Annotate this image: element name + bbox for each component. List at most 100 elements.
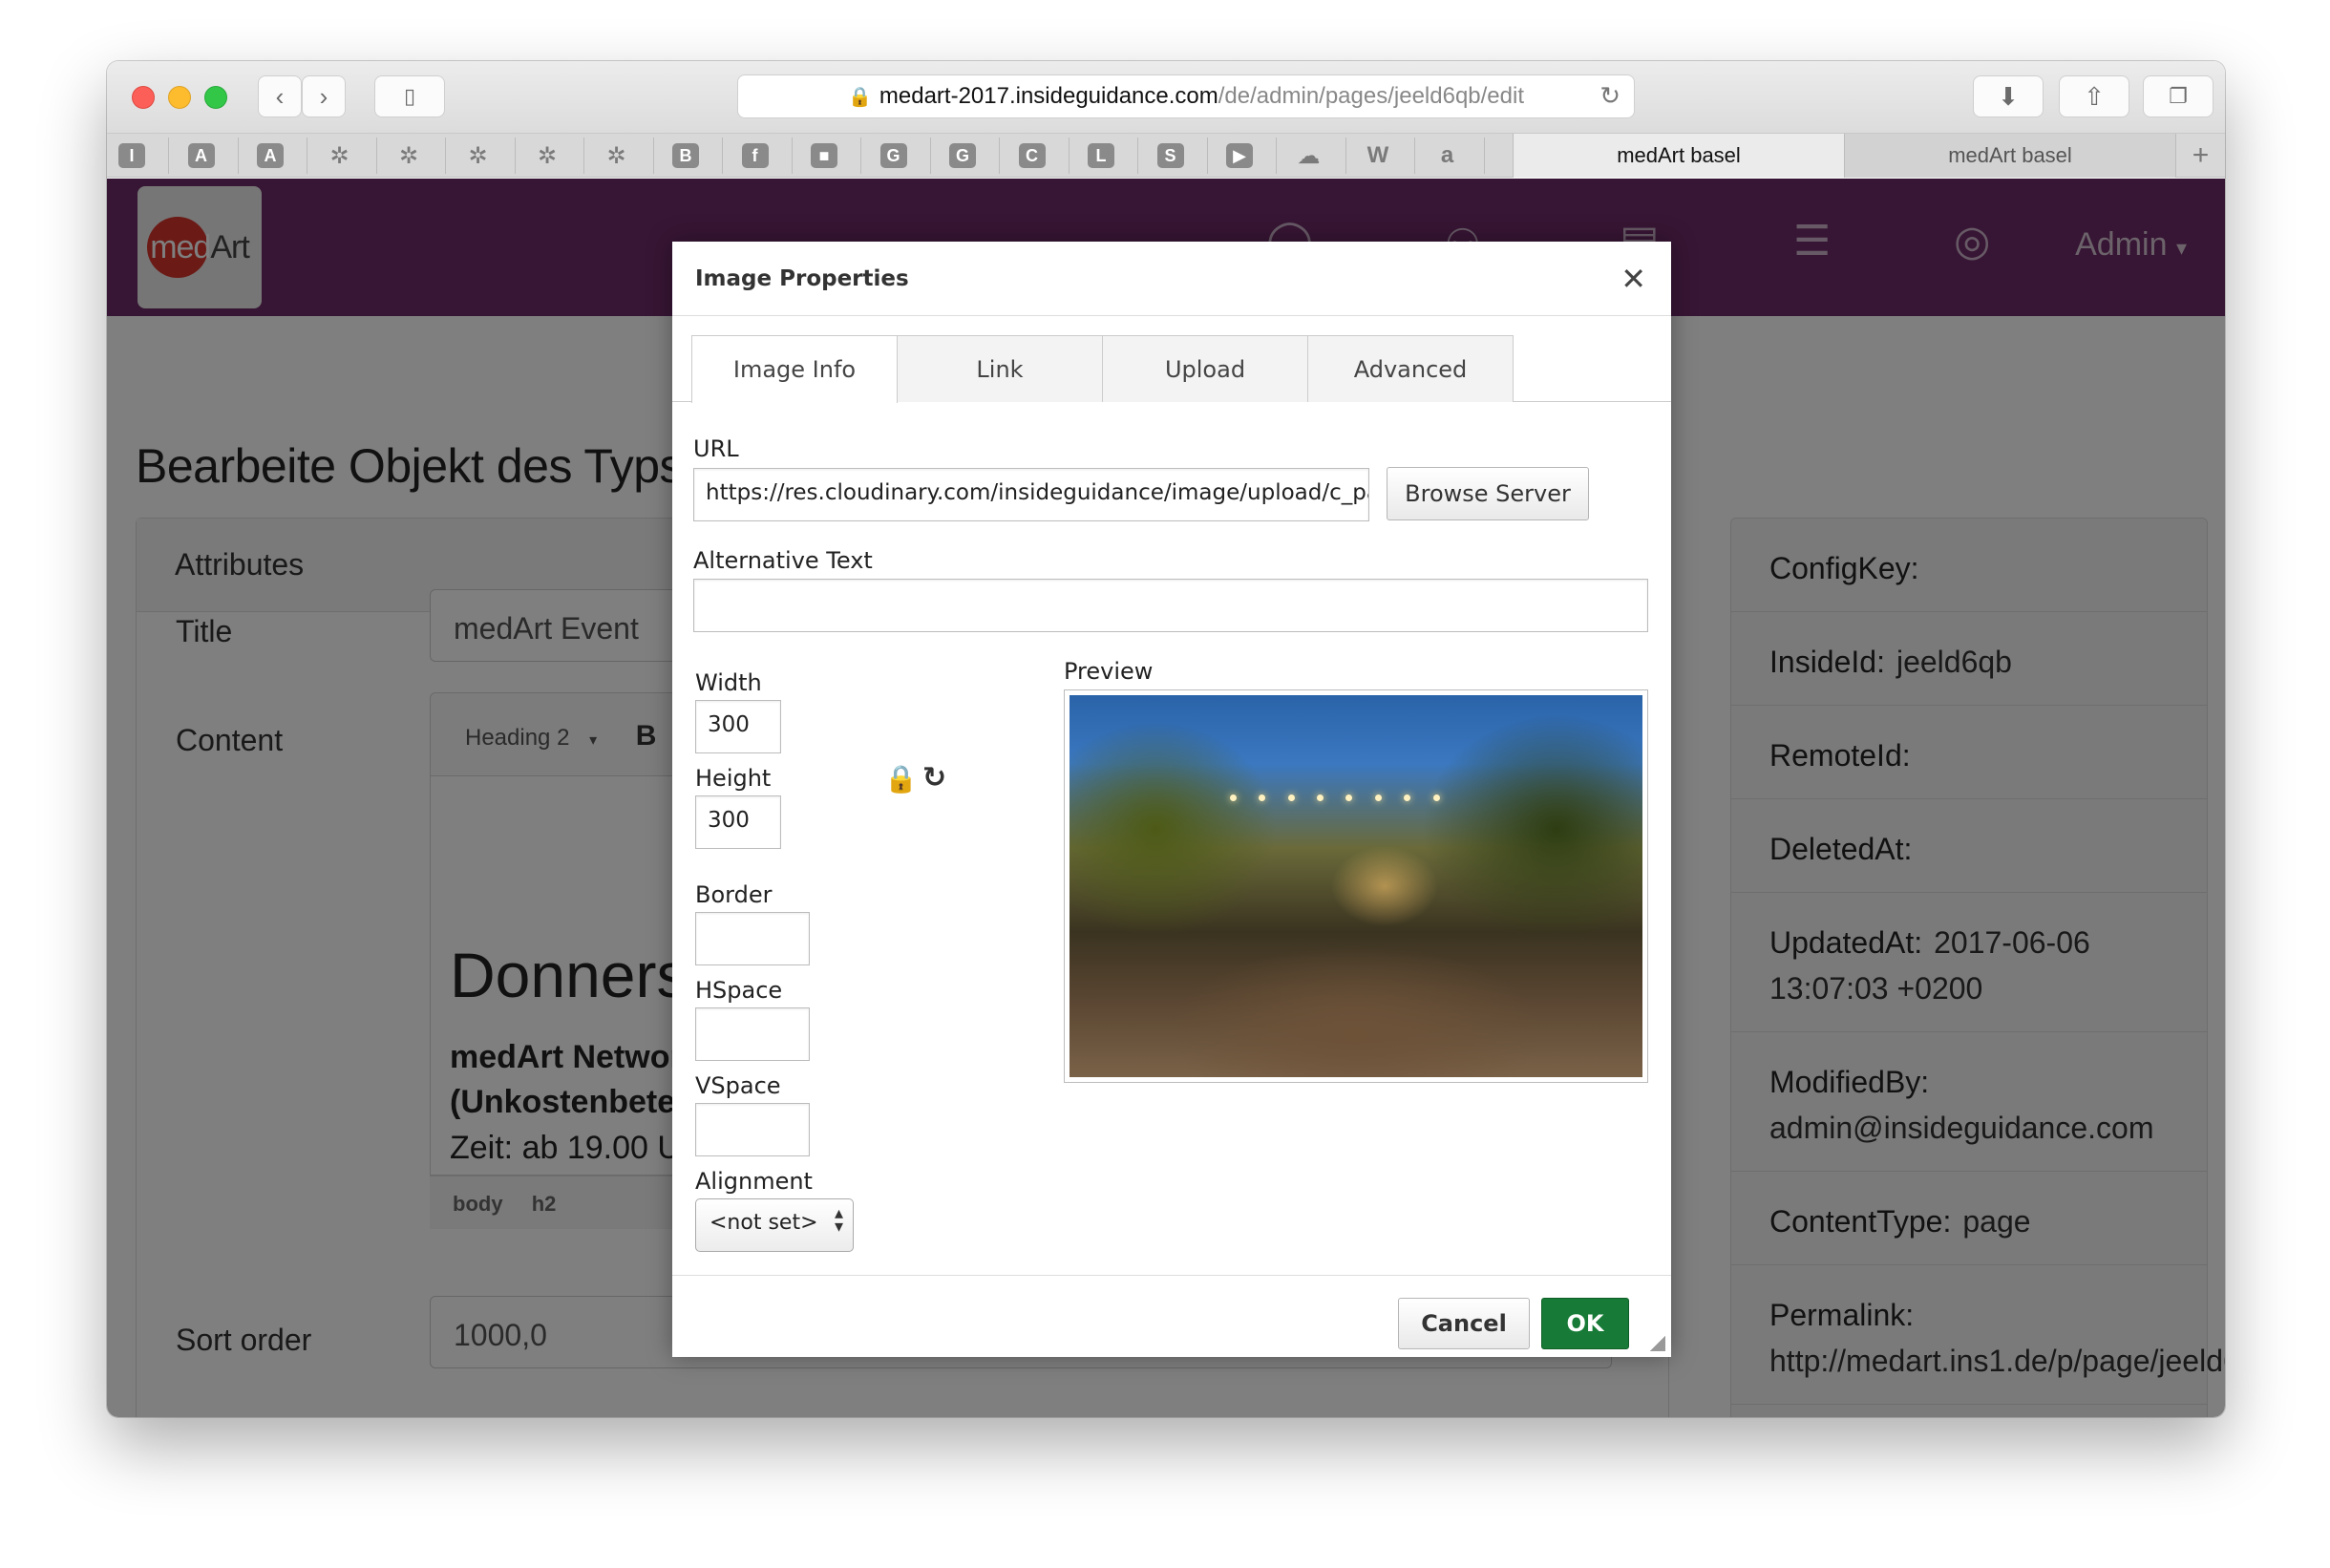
alignment-select[interactable]: <not set> ▴ ▾ xyxy=(695,1198,854,1252)
bookmark-icon[interactable]: ✲ xyxy=(327,143,353,169)
select-arrows-icon: ▴ ▾ xyxy=(834,1203,843,1237)
browser-tab[interactable]: medArt basel xyxy=(1844,134,2175,178)
bookmark-icon[interactable]: ✲ xyxy=(604,143,630,169)
tab-advanced[interactable]: Advanced xyxy=(1307,335,1514,402)
zoom-window-button[interactable] xyxy=(204,86,227,109)
bookmark-separator xyxy=(1345,138,1346,174)
title-bar: ‹ › ▯ 🔒 medart-2017.insideguidance.com/d… xyxy=(107,61,2225,134)
bookmark-icon[interactable]: ✲ xyxy=(534,143,561,169)
share-button[interactable]: ⇧ xyxy=(2059,75,2129,117)
bookmark-icon[interactable]: ▶ xyxy=(1226,143,1253,168)
image-properties-dialog: Image Properties ✕ Image Info Link Uploa… xyxy=(672,242,1671,1357)
bookmark-icon[interactable]: G xyxy=(879,143,907,168)
url-input[interactable]: https://res.cloudinary.com/insideguidanc… xyxy=(693,468,1369,521)
bookmark-icon[interactable]: C xyxy=(1018,143,1046,168)
alternative-text-label: Alternative Text xyxy=(693,547,873,574)
height-label: Height xyxy=(695,765,772,792)
bookmark-separator xyxy=(168,138,169,174)
alignment-label: Alignment xyxy=(695,1168,813,1195)
bookmark-separator xyxy=(583,138,584,174)
bookmark-separator xyxy=(652,138,654,174)
bookmark-separator xyxy=(1068,138,1070,174)
address-bar[interactable]: 🔒 medart-2017.insideguidance.com/de/admi… xyxy=(737,74,1635,118)
hspace-input[interactable] xyxy=(695,1007,810,1061)
bookmarks-bar: I A A ✲ ✲ ✲ ✲ ✲ Bf ■ G G C L S ▶ ☁ Wa medArt basel medArt b… xyxy=(107,134,2225,178)
minimize-window-button[interactable] xyxy=(168,86,191,109)
back-button[interactable]: ‹ xyxy=(258,75,302,117)
bookmark-separator xyxy=(514,138,516,174)
bookmark-icon[interactable]: ■ xyxy=(811,143,837,168)
bookmark-separator xyxy=(860,138,861,174)
bookmark-separator xyxy=(1137,138,1138,174)
bookmark-icon[interactable]: S xyxy=(1156,143,1184,168)
bookmark-icon[interactable]: A xyxy=(257,143,284,168)
width-input[interactable]: 300 xyxy=(695,700,781,753)
dialog-tabs: Image Info Link Upload Advanced xyxy=(672,335,1671,403)
bookmark-icon[interactable]: I xyxy=(118,143,145,168)
bookmark-icon[interactable]: ☁ xyxy=(1296,143,1323,169)
preview-photo xyxy=(1070,695,1642,1077)
bookmark-separator xyxy=(445,138,446,174)
bookmark-separator xyxy=(1414,138,1415,174)
tab-upload[interactable]: Upload xyxy=(1102,335,1308,402)
download-icon: ⬇ xyxy=(1998,81,2019,111)
url-label: URL xyxy=(693,435,739,462)
preview-label: Preview xyxy=(1064,658,1154,685)
bookmark-separator xyxy=(791,138,793,174)
browse-server-button[interactable]: Browse Server xyxy=(1387,467,1589,520)
border-input[interactable] xyxy=(695,912,810,965)
tab-link[interactable]: Link xyxy=(897,335,1103,402)
alignment-value: <not set> xyxy=(710,1211,818,1235)
bookmark-separator xyxy=(722,138,723,174)
cancel-button[interactable]: Cancel xyxy=(1398,1298,1530,1349)
url-host: medart-2017.insideguidance.com xyxy=(879,83,1218,109)
close-window-button[interactable] xyxy=(132,86,155,109)
vspace-input[interactable] xyxy=(695,1103,810,1156)
height-input[interactable]: 300 xyxy=(695,795,781,849)
ok-button[interactable]: OK xyxy=(1541,1298,1629,1349)
reload-icon[interactable]: ↻ xyxy=(1599,81,1620,111)
browser-tab[interactable]: medArt basel xyxy=(1513,134,1844,178)
tab-image-info[interactable]: Image Info xyxy=(691,335,898,403)
bookmark-separator xyxy=(999,138,1000,174)
width-label: Width xyxy=(695,669,762,696)
dialog-footer-divider xyxy=(672,1275,1671,1276)
browser-window: ‹ › ▯ 🔒 medart-2017.insideguidance.com/d… xyxy=(107,61,2225,1417)
sidebar-toggle-button[interactable]: ▯ xyxy=(374,75,445,117)
chevron-left-icon: ‹ xyxy=(275,81,285,111)
image-preview xyxy=(1064,689,1648,1083)
lock-icon: 🔒 xyxy=(847,86,872,108)
bookmark-separator xyxy=(1206,138,1208,174)
alternative-text-input[interactable] xyxy=(693,579,1648,632)
bookmark-icon[interactable]: G xyxy=(949,143,976,168)
string-lights xyxy=(1230,795,1493,801)
bookmark-separator xyxy=(375,138,377,174)
forward-button[interactable]: › xyxy=(302,75,346,117)
border-label: Border xyxy=(695,881,773,908)
bookmark-icon[interactable]: ✲ xyxy=(395,143,422,169)
bookmark-icon[interactable]: ✲ xyxy=(465,143,492,169)
downloads-button[interactable]: ⬇ xyxy=(1973,75,2044,117)
vspace-label: VSpace xyxy=(695,1072,781,1099)
tabs-icon: ❐ xyxy=(2169,84,2188,108)
sidebar-icon: ▯ xyxy=(403,84,416,108)
bookmark-separator xyxy=(1276,138,1277,174)
bookmark-icon[interactable]: L xyxy=(1088,143,1114,168)
share-icon: ⇧ xyxy=(2084,81,2105,111)
dialog-title: Image Properties xyxy=(672,242,1671,316)
chevron-right-icon: › xyxy=(319,81,328,111)
lock-ratio-icon[interactable]: 🔒 xyxy=(884,763,918,795)
close-icon[interactable]: ✕ xyxy=(1620,261,1646,297)
url-path: /de/admin/pages/jeeld6qb/edit xyxy=(1218,83,1525,109)
tabs-overview-button[interactable]: ❐ xyxy=(2143,75,2214,117)
bookmark-icon[interactable]: f xyxy=(741,143,769,168)
new-tab-button[interactable]: + xyxy=(2175,134,2225,178)
bookmark-icon[interactable]: A xyxy=(187,143,215,168)
reset-size-icon[interactable]: ↻ xyxy=(922,761,946,795)
bookmark-icon[interactable]: a xyxy=(1434,142,1461,168)
bookmark-separator xyxy=(1483,138,1485,174)
resize-handle[interactable] xyxy=(1650,1336,1665,1351)
bookmark-icon[interactable]: B xyxy=(672,143,699,168)
bookmark-separator xyxy=(929,138,931,174)
bookmark-icon[interactable]: W xyxy=(1365,142,1391,168)
